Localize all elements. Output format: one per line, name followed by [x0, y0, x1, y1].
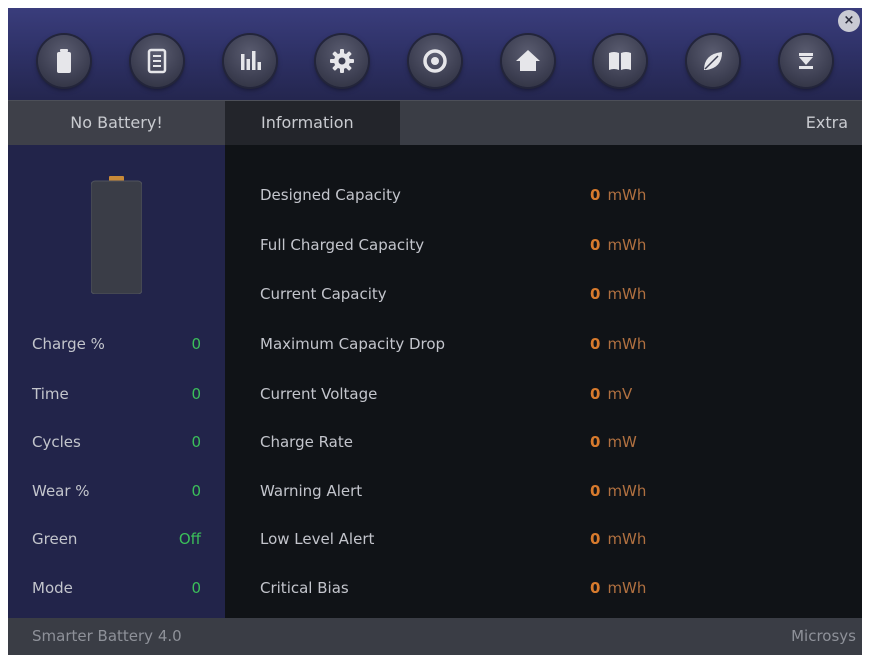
stat-mode: Mode 0	[8, 579, 225, 603]
info-row-critical-bias: Critical Bias 0 mWh	[225, 579, 862, 603]
status-bar: Smarter Battery 4.0 Microsys	[8, 618, 862, 655]
info-row-full-charged-capacity: Full Charged Capacity 0 mWh	[225, 236, 862, 260]
home-icon	[515, 50, 540, 71]
info-label: Critical Bias	[260, 579, 349, 597]
stat-value: 0	[191, 482, 201, 500]
info-unit: mWh	[607, 285, 647, 303]
info-label: Full Charged Capacity	[260, 236, 425, 254]
app-window: × No Battery! Information Extra Charge %…	[8, 8, 862, 655]
tab-extra[interactable]: Extra	[806, 101, 848, 145]
stat-label: Time	[32, 385, 69, 403]
close-icon: ×	[843, 13, 855, 28]
info-row-charge-rate: Charge Rate 0 mW	[225, 433, 862, 457]
info-unit: mW	[607, 433, 637, 451]
stat-time: Time 0	[8, 385, 225, 409]
info-value: 0 mW	[590, 433, 637, 451]
info-label: Warning Alert	[260, 482, 363, 500]
stat-label: Cycles	[32, 433, 81, 451]
info-value: 0 mWh	[590, 579, 647, 597]
info-value: 0 mWh	[590, 236, 647, 254]
book-button[interactable]	[594, 35, 647, 87]
stat-charge: Charge % 0	[8, 335, 225, 359]
info-row-current-voltage: Current Voltage 0 mV	[225, 385, 862, 409]
stat-value: 0	[191, 433, 201, 451]
stat-label: Mode	[32, 579, 73, 597]
stat-value: 0	[191, 335, 201, 353]
leaf-icon	[703, 52, 722, 70]
info-row-current-capacity: Current Capacity 0 mWh	[225, 285, 862, 309]
tab-battery-status[interactable]: No Battery!	[8, 101, 225, 145]
info-label: Low Level Alert	[260, 530, 375, 548]
info-unit: mWh	[607, 579, 647, 597]
info-unit: mV	[607, 385, 633, 403]
stat-value: 0	[191, 385, 201, 403]
info-value: 0 mV	[590, 385, 633, 403]
eco-button[interactable]	[686, 35, 739, 87]
close-button[interactable]: ×	[838, 10, 860, 32]
info-value: 0 mWh	[590, 530, 647, 548]
info-row-designed-capacity: Designed Capacity 0 mWh	[225, 186, 862, 210]
stat-label: Wear %	[32, 482, 90, 500]
info-label: Designed Capacity	[260, 186, 401, 204]
info-unit: mWh	[607, 236, 647, 254]
stat-cycles: Cycles 0	[8, 433, 225, 457]
stat-wear: Wear % 0	[8, 482, 225, 506]
info-value: 0 mWh	[590, 285, 647, 303]
stat-label: Green	[32, 530, 78, 548]
home-button[interactable]	[501, 35, 554, 87]
info-unit: mWh	[607, 530, 647, 548]
ring-button[interactable]	[408, 35, 461, 87]
stat-value: 0	[191, 579, 201, 597]
info-unit: mWh	[607, 186, 647, 204]
app-title: Smarter Battery 4.0	[32, 627, 182, 645]
ring-icon	[423, 49, 447, 73]
document-icon	[147, 48, 167, 74]
info-value: 0 mWh	[590, 335, 647, 353]
document-button[interactable]	[130, 35, 183, 87]
stat-label: Charge %	[32, 335, 105, 353]
vendor-link[interactable]: Microsys	[791, 627, 856, 645]
book-icon	[609, 52, 632, 70]
information-panel: Designed Capacity 0 mWh Full Charged Capa…	[225, 145, 862, 618]
info-unit: mWh	[607, 482, 647, 500]
info-row-warning-alert: Warning Alert 0 mWh	[225, 482, 862, 506]
info-label: Charge Rate	[260, 433, 353, 451]
info-label: Maximum Capacity Drop	[260, 335, 446, 353]
tab-information[interactable]: Information	[225, 101, 400, 145]
info-value: 0 mWh	[590, 186, 647, 204]
stat-green: Green Off	[8, 530, 225, 554]
info-label: Current Capacity	[260, 285, 387, 303]
battery-button[interactable]	[38, 35, 91, 87]
info-unit: mWh	[607, 335, 647, 353]
minimize-icon	[798, 53, 813, 69]
battery-graphic	[91, 176, 142, 294]
info-value: 0 mWh	[590, 482, 647, 500]
settings-button[interactable]	[316, 35, 369, 87]
bar-chart-icon	[240, 51, 261, 70]
info-row-maximum-capacity-drop: Maximum Capacity Drop 0 mWh	[225, 335, 862, 359]
tab-bar: No Battery! Information Extra	[8, 100, 862, 145]
info-row-low-level-alert: Low Level Alert 0 mWh	[225, 530, 862, 554]
battery-icon	[57, 49, 72, 73]
toolbar: ×	[8, 8, 862, 100]
minimize-button[interactable]	[779, 35, 832, 87]
statistics-button[interactable]	[223, 35, 276, 87]
gear-icon	[330, 49, 355, 73]
stat-value: Off	[178, 530, 201, 548]
battery-summary-panel: Charge % 0 Time 0 Cycles 0 Wear % 0 Gree…	[8, 145, 225, 618]
info-label: Current Voltage	[260, 385, 378, 403]
